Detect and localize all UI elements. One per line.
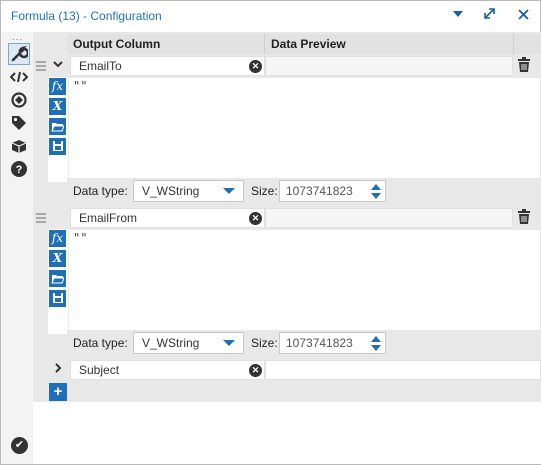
valid-checkmark-icon: ✔ <box>11 437 28 454</box>
variables-icon[interactable]: X <box>49 250 66 267</box>
header-output-column: Output Column <box>67 34 264 54</box>
chevron-down-icon <box>223 340 235 346</box>
window-title: Formula (13) - Configuration <box>11 9 162 23</box>
data-type-bar: Data type: V_WString Size: 1073741823 <box>67 330 541 356</box>
data-type-label: Data type: <box>73 336 128 350</box>
expression-toolstrip: fx X <box>48 229 68 334</box>
save-icon[interactable] <box>49 290 66 307</box>
save-icon[interactable] <box>49 138 66 155</box>
open-folder-icon[interactable] <box>49 118 66 135</box>
expression-toolstrip: fx X <box>48 77 68 182</box>
configuration-icon[interactable] <box>10 45 30 63</box>
annotation-icon[interactable] <box>10 114 28 132</box>
function-icon[interactable]: fx <box>49 78 66 95</box>
help-icon[interactable]: ? <box>10 160 28 178</box>
metadata-icon[interactable] <box>10 137 28 155</box>
header-actions <box>514 34 541 54</box>
data-type-label: Data type: <box>73 184 128 198</box>
formula-row: EmailFrom ✕ <box>33 208 541 228</box>
expression-editor[interactable]: "" <box>68 77 541 182</box>
output-column-name-input[interactable]: Subject <box>70 360 265 380</box>
output-column-name-input[interactable]: EmailTo <box>70 56 265 76</box>
data-type-value: V_WString <box>142 336 200 350</box>
connections-icon[interactable] <box>10 91 28 109</box>
title-bar: Formula (13) - Configuration <box>1 1 540 32</box>
left-sidebar: ... ? ✔ <box>1 32 33 464</box>
clear-field-icon[interactable]: ✕ <box>249 364 262 377</box>
size-value: 1073741823 <box>286 336 353 350</box>
data-type-value: V_WString <box>142 184 200 198</box>
dropdown-icon[interactable] <box>449 7 467 25</box>
increment-icon[interactable] <box>371 336 381 342</box>
restore-icon[interactable] <box>480 7 498 25</box>
data-preview-cell <box>265 208 513 228</box>
decrement-icon[interactable] <box>371 193 381 199</box>
size-input[interactable]: 1073741823 <box>279 180 386 202</box>
formula-row: EmailTo ✕ <box>33 56 541 76</box>
drag-handle-icon[interactable] <box>36 61 46 71</box>
sidebar-handle: ... <box>12 32 24 43</box>
data-preview-cell <box>265 56 513 76</box>
svg-text:?: ? <box>16 164 23 176</box>
data-type-select[interactable]: V_WString <box>133 332 244 354</box>
header-data-preview: Data Preview <box>265 34 513 54</box>
increment-icon[interactable] <box>371 184 381 190</box>
chevron-down-icon[interactable] <box>49 57 67 75</box>
clear-field-icon[interactable]: ✕ <box>249 212 262 225</box>
output-column-name-input[interactable]: EmailFrom <box>70 208 265 228</box>
size-value: 1073741823 <box>286 184 353 198</box>
size-label: Size: <box>251 336 278 350</box>
size-label: Size: <box>251 184 278 198</box>
add-formula-button[interactable]: + <box>49 383 67 401</box>
drag-handle-icon[interactable] <box>36 213 46 223</box>
function-icon[interactable]: fx <box>49 230 66 247</box>
size-input[interactable]: 1073741823 <box>279 332 386 354</box>
formula-configuration-window: Formula (13) - Configuration ... ? ✔ Out… <box>0 0 541 465</box>
decrement-icon[interactable] <box>371 345 381 351</box>
open-folder-icon[interactable] <box>49 270 66 287</box>
expression-editor[interactable]: "" <box>68 229 541 333</box>
data-preview-cell <box>265 360 541 380</box>
chevron-down-icon <box>223 188 235 194</box>
add-row-bar <box>47 382 541 402</box>
close-icon[interactable] <box>514 7 532 25</box>
formula-grid: Output Column Data Preview EmailTo ✕ fx … <box>33 32 541 464</box>
clear-field-icon[interactable]: ✕ <box>249 60 262 73</box>
chevron-right-icon[interactable] <box>49 361 67 379</box>
formula-row: Subject ✕ <box>33 360 541 380</box>
variables-icon[interactable]: X <box>49 98 66 115</box>
trash-icon[interactable] <box>517 57 533 75</box>
xml-icon[interactable] <box>9 68 29 86</box>
data-type-bar: Data type: V_WString Size: 1073741823 <box>67 178 541 204</box>
trash-icon[interactable] <box>517 209 533 227</box>
data-type-select[interactable]: V_WString <box>133 180 244 202</box>
